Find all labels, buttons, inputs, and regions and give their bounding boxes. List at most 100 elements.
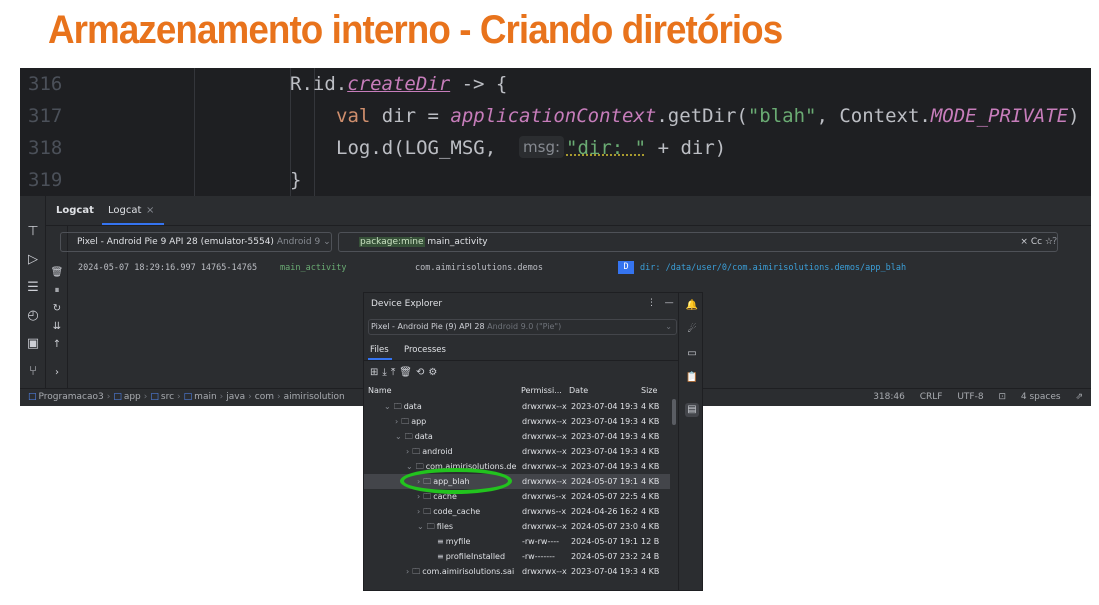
breadcrumb-item[interactable]: aimirisolution: [284, 392, 345, 402]
tab-files[interactable]: Files: [370, 345, 389, 355]
restart-icon[interactable]: ↻: [50, 302, 64, 316]
logcat-icon[interactable]: ☰: [25, 280, 41, 296]
readonly-icon[interactable]: ⊡: [998, 392, 1006, 402]
file-row[interactable]: ⌄ 🗀 files drwxrwx--x 2024-05-07 23:0 4 KB: [364, 519, 670, 534]
code-content: val dir = applicationContext.getDir("bla…: [336, 100, 1080, 132]
match-case-toggle[interactable]: Cc: [1031, 237, 1042, 247]
git-icon[interactable]: ⑂: [25, 364, 41, 380]
file-row[interactable]: › 🗀 com.aimirisolutions.sai drwxrwx--x 2023-…: [364, 564, 670, 579]
code-line[interactable]: 318 Log.d(LOG_MSG, msg: "dir: " + dir): [20, 132, 1091, 164]
code-line[interactable]: 319}: [20, 164, 1091, 196]
file-row[interactable]: › 🗀 android drwxrwx--x 2023-07-04 19:3 4 KB: [364, 444, 670, 459]
indent-setting[interactable]: 4 spaces: [1021, 392, 1061, 402]
code-line[interactable]: 317 val dir = applicationContext.getDir("…: [20, 100, 1091, 132]
device-manager-icon[interactable]: ▭: [685, 347, 699, 361]
chevron-right-icon[interactable]: ›: [406, 567, 409, 576]
file-row[interactable]: ⌄ 🗀 data drwxrwx--x 2023-07-04 19:3 4 KB: [364, 429, 670, 444]
up-icon[interactable]: ↑: [50, 338, 64, 352]
hammer-icon[interactable]: ⊤: [25, 224, 41, 240]
clipboard-icon[interactable]: 📋: [685, 371, 699, 385]
chevron-right-icon[interactable]: ›: [50, 366, 64, 380]
scroll-to-end-icon[interactable]: ⇊: [50, 320, 64, 334]
trash-icon[interactable]: 🗑: [50, 266, 64, 280]
delete-icon[interactable]: 🗑: [399, 367, 416, 378]
filter-actions: × Cc ☆: [1020, 233, 1053, 251]
column-date[interactable]: Date: [569, 386, 588, 395]
chevron-right-icon: ›: [248, 392, 252, 402]
logcat-filter-input[interactable]: package:mine main_activity × Cc ☆: [338, 232, 1058, 252]
caret-position[interactable]: 318:46: [873, 392, 905, 402]
file-name: files: [436, 522, 454, 531]
column-size[interactable]: Size: [641, 386, 657, 395]
run-icon[interactable]: ▷: [25, 252, 41, 268]
close-icon[interactable]: ×: [146, 205, 154, 216]
breadcrumb-item[interactable]: com: [255, 392, 274, 402]
log-message: dir: /data/user/0/com.aimirisolutions.de…: [640, 263, 907, 273]
settings-icon[interactable]: ⚙: [428, 367, 441, 378]
sync-icon[interactable]: ⟲: [416, 367, 428, 378]
chevron-right-icon[interactable]: ›: [395, 417, 398, 426]
more-options-icon[interactable]: ⋮: [647, 298, 656, 308]
file-icon: ≡: [437, 552, 444, 561]
pause-icon[interactable]: ⏸: [50, 284, 64, 298]
file-date: 2023-07-04 19:3: [571, 417, 638, 426]
file-size: 4 KB: [641, 522, 660, 531]
file-encoding[interactable]: UTF-8: [957, 392, 983, 402]
breadcrumb-item[interactable]: Programacao3: [39, 392, 104, 402]
gradle-icon[interactable]: ☄: [685, 323, 699, 337]
code-line[interactable]: 316 R.id.createDir -> {: [20, 68, 1091, 100]
breadcrumb-item[interactable]: main: [194, 392, 217, 402]
code-token: MODE_PRIVATE: [930, 105, 1069, 127]
line-ending[interactable]: CRLF: [920, 392, 943, 402]
folder-icon: □: [113, 392, 122, 402]
minimize-icon[interactable]: —: [665, 298, 674, 308]
file-size: 4 KB: [641, 507, 660, 516]
file-name-cell: › 🗀 android: [406, 444, 520, 459]
tab-logcat[interactable]: Logcat: [108, 205, 141, 216]
file-row[interactable]: ≡ profileInstalled -rw------- 2024-05-07 23…: [364, 549, 670, 564]
tab-processes[interactable]: Processes: [404, 345, 446, 355]
upload-icon[interactable]: ⤒: [391, 367, 399, 378]
breadcrumb-item[interactable]: src: [161, 392, 174, 402]
device-explorer-icon[interactable]: ▤: [685, 403, 699, 417]
chevron-down-icon[interactable]: ⌄: [406, 462, 413, 471]
chevron-right-icon: ›: [177, 392, 181, 402]
chevron-down-icon[interactable]: ⌄: [417, 522, 424, 531]
chevron-right-icon[interactable]: ›: [417, 507, 420, 516]
chevron-right-icon[interactable]: ›: [406, 447, 409, 456]
file-row[interactable]: › 🗀 app drwxrwx--x 2023-07-04 19:3 4 KB: [364, 414, 670, 429]
breadcrumb-item[interactable]: app: [124, 392, 141, 402]
notifications-icon[interactable]: 🔔: [685, 299, 699, 313]
chevron-right-icon[interactable]: ›: [417, 492, 420, 501]
code-editor[interactable]: 316 R.id.createDir -> {317 val dir = appli…: [20, 68, 1091, 196]
terminal-icon[interactable]: ▣: [25, 336, 41, 352]
device-explorer-toolbar: ⊞⤓⤒🗑⟲⚙: [370, 367, 441, 378]
log-package: com.aimirisolutions.demos: [415, 263, 543, 273]
file-row[interactable]: ⌄ 🗀 data drwxrwx--x 2023-07-04 19:3 4 KB: [364, 399, 670, 414]
file-name: code_cache: [433, 507, 481, 516]
file-row[interactable]: › 🗀 cache drwxrws--x 2024-05-07 22:5 4 KB: [364, 489, 670, 504]
scrollbar[interactable]: [672, 399, 676, 425]
download-icon[interactable]: ⤓: [382, 367, 390, 378]
chevron-down-icon[interactable]: ⌄: [395, 432, 402, 441]
breadcrumb-item[interactable]: java: [226, 392, 245, 402]
column-permissions[interactable]: Permissi...: [521, 386, 562, 395]
device-dropdown[interactable]: Pixel - Android Pie 9 API 28 (emulator-5…: [60, 232, 332, 252]
file-date: 2024-05-07 23:2: [571, 552, 638, 561]
file-size: 4 KB: [641, 417, 660, 426]
file-permissions: drwxrwx--x: [522, 477, 567, 486]
chevron-down-icon[interactable]: ⌄: [384, 402, 391, 411]
device-explorer-dropdown[interactable]: Pixel - Android Pie (9) API 28 Android 9…: [368, 319, 677, 335]
file-date: 2024-04-26 16:2: [571, 507, 638, 516]
file-row[interactable]: › 🗀 code_cache drwxrws--x 2024-04-26 16:2 4 K…: [364, 504, 670, 519]
share-icon[interactable]: ⇗: [1075, 392, 1083, 402]
profiler-icon[interactable]: ◴: [25, 308, 41, 324]
logcat-tab-bar: Logcat Logcat ×: [46, 196, 1091, 226]
clear-filter-icon[interactable]: ×: [1020, 237, 1028, 247]
new-folder-icon[interactable]: ⊞: [370, 367, 382, 378]
file-row[interactable]: ≡ myfile -rw-rw---- 2024-05-07 19:1 12 B: [364, 534, 670, 549]
left-tool-strip: ⊤ ▷ ☰ ◴ ▣ ⑂: [20, 196, 46, 388]
column-name[interactable]: Name: [368, 386, 392, 395]
help-icon[interactable]: ?: [1052, 236, 1057, 247]
file-row[interactable]: ⌄ 🗀 com.aimirisolutions.de drwxrwx--x 2023-0…: [364, 459, 670, 474]
